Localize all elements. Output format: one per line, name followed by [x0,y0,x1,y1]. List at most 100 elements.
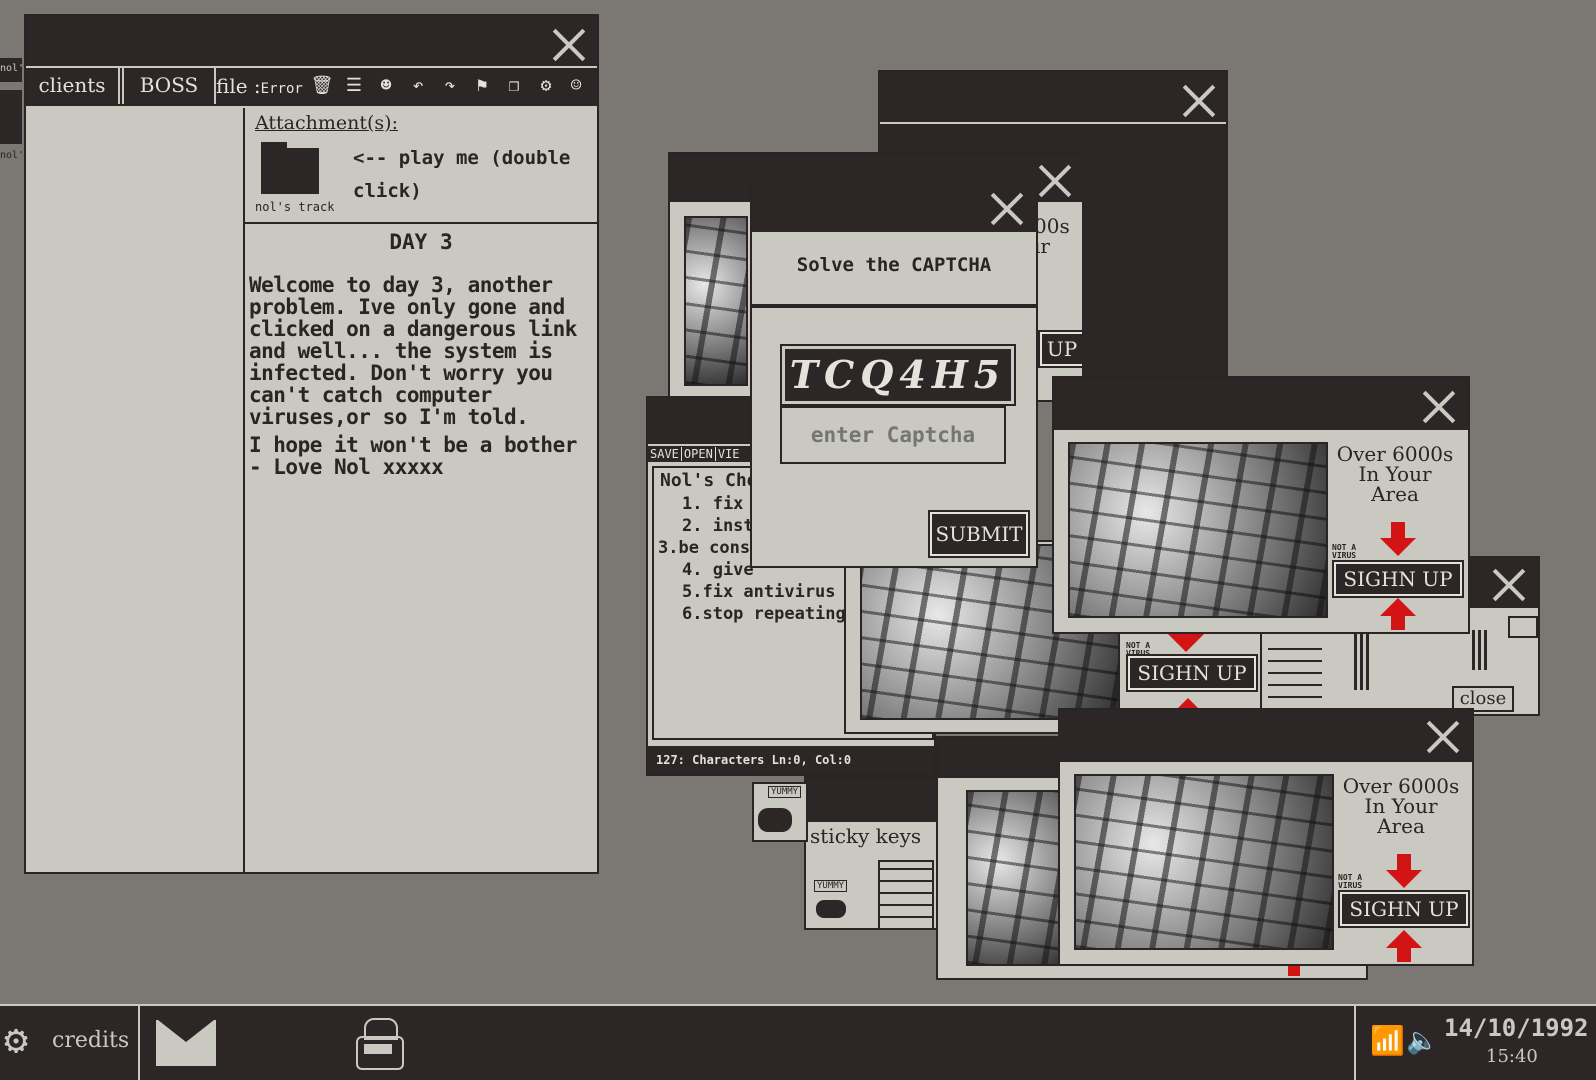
cans-icon [878,860,934,928]
drip-icon [1472,630,1488,670]
forward-icon[interactable]: ↷ [438,74,462,98]
menu-open[interactable]: OPEN [681,447,716,461]
signup-label: SIGHN UP [1349,897,1459,921]
taskbar: ⚙ credits 📶 🔈 14/10/1992 15:40 [0,1004,1596,1080]
credits-label: credits [52,1028,130,1053]
signup-button[interactable]: SIGHN UP [1338,890,1470,928]
close-icon[interactable] [1038,164,1072,198]
notepad-status: 127: Characters Ln:0, Col:0 [648,746,934,774]
window-titlebar[interactable] [1054,378,1468,432]
email-titlebar[interactable] [26,16,597,68]
message-body: Welcome to day 3, another problem. Ive o… [249,273,577,429]
cat-icon: YUMMY [752,782,808,842]
tray-divider [1354,1006,1356,1080]
close-icon[interactable] [1492,568,1526,602]
arrow-down-icon [1386,854,1422,888]
ad-window: Over 6000s In Your Area NOT A VIRUS SIGH… [1058,708,1474,966]
wifi-icon[interactable]: 📶 [1370,1026,1405,1056]
drip-icon [1354,630,1370,690]
client-list-pane [26,108,245,872]
flag-icon[interactable]: ⚑ [470,74,494,98]
signup-button[interactable]: SIGHN UP [1332,560,1464,598]
ad-image [1074,774,1334,950]
close-icon[interactable] [1182,84,1216,118]
reply-icon[interactable]: ↶ [406,74,430,98]
arrow-up-icon [1386,930,1422,962]
captcha-image: TCQ4H5 [780,344,1016,406]
credits-button[interactable]: ⚙ credits [0,1006,140,1080]
close-icon[interactable] [990,192,1024,226]
close-icon[interactable] [1422,390,1456,424]
close-icon[interactable] [1426,720,1460,754]
ad-image [966,790,1070,966]
user-icon[interactable]: ☺ [564,74,588,98]
sticky-keys-label: sticky keys [810,824,922,848]
window-titlebar[interactable] [880,72,1226,124]
list-icon[interactable]: ☰ [342,74,366,98]
date-label: 14/10/1992 [1444,1014,1589,1042]
not-virus-label: NOT A VIRUS [1338,873,1363,890]
captcha-window: Solve the CAPTCHA TCQ4H5 SUBMIT [750,180,1038,568]
message-signoff: I hope it won't be a bother - Love Nol x… [249,433,577,479]
arrow-down-icon [1168,618,1204,652]
submit-button[interactable]: SUBMIT [928,510,1030,558]
yummy-label: YUMMY [768,786,802,798]
captcha-input[interactable] [780,406,1006,464]
email-window: clients BOSS file :Error 🗑 ☰ ☻ ↶ ↷ ⚑ ❐ ⚙… [24,14,599,874]
ad-headline-partial: 00s [1034,214,1070,238]
checklist-item: 4. give [682,560,754,580]
file-status: Error [260,81,303,97]
arrow-up-icon [1380,598,1416,630]
desktop-edge-label: nol' [0,150,25,161]
desktop-edge-label: nol' [0,63,25,74]
time-label: 15:40 [1486,1046,1538,1067]
ad-headline: In Your [1364,794,1438,818]
folder-icon[interactable] [261,142,319,194]
trash-icon[interactable]: 🗑 [310,74,334,98]
email-toolbar: clients BOSS file :Error 🗑 ☰ ☻ ↶ ↷ ⚑ ❐ ⚙… [26,68,597,106]
attachments-label: Attachment(s): [255,112,398,134]
file-label: file : [216,74,261,98]
ad-headline: Over 6000s [1336,442,1454,466]
attachment-name[interactable]: nol's track [255,200,334,214]
volume-icon[interactable]: 🔈 [1406,1026,1438,1056]
tab-clients[interactable]: clients [26,68,120,104]
ad-headline: Over 6000s [1342,774,1460,798]
ad-image [1068,442,1328,618]
window-titlebar[interactable] [752,182,1036,234]
monitor-icon [1508,616,1538,638]
ad-headline: Area [1371,482,1419,506]
message-divider [245,222,597,224]
settings-icon[interactable]: ⚙ [534,74,558,98]
file-menu[interactable]: file :Error [216,68,303,104]
window-titlebar[interactable] [1060,710,1472,764]
not-virus-label: NOT A VIRUS [1332,543,1357,560]
menu-view[interactable]: VIE [716,447,742,461]
window-titlebar[interactable] [806,778,936,824]
attachment-hint: <-- play me (double click) [353,147,571,202]
signup-button[interactable]: SIGHN UP [1126,654,1258,692]
checklist-item: 6.stop repeating m [682,604,867,624]
checklist-item: 3.be consi [658,538,761,558]
robot-icon[interactable] [350,1014,408,1072]
ad-image [684,216,748,386]
message-title: DAY 3 [389,230,453,254]
desktop-edge: nol' nol' [0,0,24,180]
close-icon[interactable] [552,28,586,62]
ad-window: Over 6000s In Your Area NOT A VIRUS SIGH… [1052,376,1470,634]
ad-headline: In Your [1358,462,1432,486]
arrow-down-icon [1380,522,1416,556]
menu-save[interactable]: SAVE [648,447,682,461]
signup-button[interactable]: UP [1038,330,1082,368]
copy-icon[interactable]: ❐ [502,74,526,98]
bug-icon[interactable]: ☻ [374,74,398,98]
message-pane: Attachment(s): nol's track <-- play me (… [245,108,597,872]
tab-boss[interactable]: BOSS [122,68,216,104]
sticky-keys-window: sticky keys YUMMY [804,776,938,930]
signup-label: UP [1046,337,1078,361]
captcha-title: Solve the CAPTCHA [796,254,992,276]
mail-icon[interactable] [156,1020,216,1066]
cat-icon: YUMMY [814,880,854,920]
gear-icon: ⚙ [4,1017,29,1063]
yummy-label: YUMMY [814,880,848,892]
